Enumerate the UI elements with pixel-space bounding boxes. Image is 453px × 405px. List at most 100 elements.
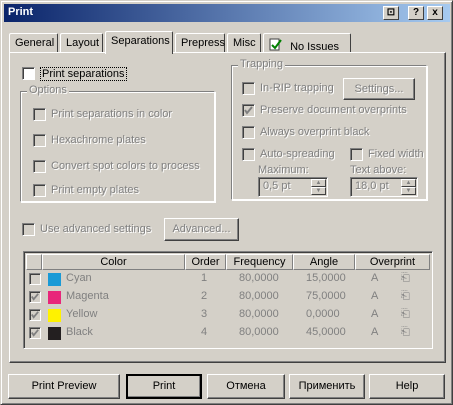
preserve-overprints-label: Preserve document overprints bbox=[260, 104, 407, 116]
separations-panel: Print separations Options Print separati… bbox=[9, 52, 446, 363]
table-row[interactable]: Cyan 1 80,0000 15,0000 A ⎗ bbox=[26, 270, 430, 288]
print-empty-label: Print empty plates bbox=[51, 184, 140, 196]
hexachrome-checkbox[interactable] bbox=[33, 134, 46, 147]
color-plates-table: Color Order Frequency Angle Overprint Cy… bbox=[23, 251, 433, 349]
preserve-overprints-checkbox[interactable] bbox=[242, 104, 255, 117]
color-swatch bbox=[48, 309, 61, 322]
text-above-spinner[interactable]: 18,0 pt ▲ ▼ bbox=[350, 177, 418, 197]
color-name: Black bbox=[66, 326, 93, 338]
color-name: Cyan bbox=[66, 272, 92, 284]
checkmark-icon bbox=[244, 106, 253, 115]
maximum-spinner[interactable]: 0,5 pt ▲ ▼ bbox=[258, 177, 328, 197]
overprint-graphics-icon[interactable]: ⎗ bbox=[401, 308, 410, 321]
table-row[interactable]: Black 4 80,0000 45,0000 A ⎗ bbox=[26, 324, 430, 342]
trapping-settings-button[interactable]: Settings... bbox=[343, 78, 415, 100]
checkmark-icon bbox=[31, 311, 39, 319]
angle-value: 0,0000 bbox=[306, 308, 340, 320]
spin-up-icon[interactable]: ▲ bbox=[311, 179, 326, 187]
color-name: Yellow bbox=[66, 308, 98, 320]
text-above-label: Text above: bbox=[350, 164, 407, 176]
print-button[interactable]: Print bbox=[126, 374, 202, 399]
overprint-text-icon[interactable]: A bbox=[371, 326, 378, 338]
table-row[interactable]: Magenta 2 80,0000 75,0000 A ⎗ bbox=[26, 288, 430, 306]
print-separations-label[interactable]: Print separations bbox=[40, 67, 127, 81]
maximum-label: Maximum: bbox=[258, 164, 309, 176]
options-group-title: Options bbox=[27, 84, 69, 96]
in-rip-trapping-label: In-RIP trapping bbox=[260, 82, 334, 94]
table-header-color[interactable]: Color bbox=[42, 254, 185, 270]
fixed-width-checkbox[interactable] bbox=[350, 148, 363, 161]
angle-value: 75,0000 bbox=[306, 290, 346, 302]
convert-spot-label: Convert spot colors to process bbox=[51, 160, 200, 172]
help-button[interactable]: Help bbox=[369, 374, 445, 399]
table-header-angle[interactable]: Angle bbox=[293, 254, 355, 270]
frequency-value: 80,0000 bbox=[239, 326, 279, 338]
overprint-text-icon[interactable]: A bbox=[371, 272, 378, 284]
print-preview-button[interactable]: Print Preview bbox=[8, 374, 120, 399]
plate-checkbox[interactable] bbox=[29, 327, 41, 339]
auto-spreading-label: Auto-spreading bbox=[260, 148, 335, 160]
table-header-frequency[interactable]: Frequency bbox=[226, 254, 293, 270]
convert-spot-checkbox[interactable] bbox=[33, 160, 46, 173]
in-rip-trapping-checkbox[interactable] bbox=[242, 82, 255, 95]
context-help-icon[interactable]: ⊡ bbox=[383, 6, 399, 20]
overprint-graphics-icon[interactable]: ⎗ bbox=[401, 290, 410, 303]
print-in-color-checkbox[interactable] bbox=[33, 108, 46, 121]
text-above-spin-arrows[interactable]: ▲ ▼ bbox=[401, 179, 416, 195]
always-overprint-black-label: Always overprint black bbox=[260, 126, 370, 138]
order-value: 3 bbox=[201, 308, 208, 320]
color-name: Magenta bbox=[66, 290, 109, 302]
tab-misc[interactable]: Misc bbox=[227, 33, 261, 53]
advanced-settings-checkbox[interactable] bbox=[22, 223, 35, 236]
tab-separations[interactable]: Separations bbox=[105, 31, 173, 54]
always-overprint-black-checkbox[interactable] bbox=[242, 126, 255, 139]
plate-checkbox[interactable] bbox=[29, 273, 41, 285]
color-swatch bbox=[48, 327, 61, 340]
frequency-value: 80,0000 bbox=[239, 272, 279, 284]
hexachrome-label: Hexachrome plates bbox=[51, 134, 146, 146]
tab-no-issues[interactable]: No Issues bbox=[263, 33, 351, 53]
help-question-button[interactable]: ? bbox=[408, 6, 424, 20]
print-in-color-label: Print separations in color bbox=[51, 108, 173, 120]
tab-prepress[interactable]: Prepress bbox=[175, 33, 225, 53]
auto-spreading-checkbox[interactable] bbox=[242, 148, 255, 161]
tab-layout[interactable]: Layout bbox=[60, 33, 103, 53]
overprint-graphics-icon[interactable]: ⎗ bbox=[401, 272, 410, 285]
table-header-check bbox=[26, 254, 42, 270]
spin-down-icon[interactable]: ▼ bbox=[401, 187, 416, 195]
checkmark-document-icon bbox=[269, 38, 283, 51]
spin-up-icon[interactable]: ▲ bbox=[401, 179, 416, 187]
overprint-text-icon[interactable]: A bbox=[371, 308, 378, 320]
text-above-value: 18,0 pt bbox=[355, 180, 389, 192]
table-header-order[interactable]: Order bbox=[185, 254, 226, 270]
spin-down-icon[interactable]: ▼ bbox=[311, 187, 326, 195]
advanced-settings-label: Use advanced settings bbox=[40, 223, 152, 235]
print-dialog: Print ⊡ ? x General Layout Separations P… bbox=[0, 0, 453, 405]
apply-button[interactable]: Применить bbox=[289, 374, 365, 399]
plate-checkbox[interactable] bbox=[29, 309, 41, 321]
tab-general[interactable]: General bbox=[9, 33, 58, 53]
checkmark-icon bbox=[31, 329, 39, 337]
checkmark-icon bbox=[31, 293, 39, 301]
table-row[interactable]: Yellow 3 80,0000 0,0000 A ⎗ bbox=[26, 306, 430, 324]
order-value: 1 bbox=[201, 272, 208, 284]
maximum-spin-arrows[interactable]: ▲ ▼ bbox=[311, 179, 326, 195]
close-button[interactable]: x bbox=[427, 6, 443, 20]
order-value: 4 bbox=[201, 326, 208, 338]
print-empty-checkbox[interactable] bbox=[33, 184, 46, 197]
print-separations-checkbox[interactable] bbox=[22, 67, 35, 80]
overprint-text-icon[interactable]: A bbox=[371, 290, 378, 302]
angle-value: 15,0000 bbox=[306, 272, 346, 284]
cancel-button[interactable]: Отмена bbox=[207, 374, 285, 399]
overprint-graphics-icon[interactable]: ⎗ bbox=[401, 326, 410, 339]
table-header-overprint[interactable]: Overprint bbox=[355, 254, 430, 270]
angle-value: 45,0000 bbox=[306, 326, 346, 338]
frequency-value: 80,0000 bbox=[239, 308, 279, 320]
plate-checkbox[interactable] bbox=[29, 291, 41, 303]
color-swatch bbox=[48, 273, 61, 286]
color-swatch bbox=[48, 291, 61, 304]
advanced-button[interactable]: Advanced... bbox=[164, 218, 239, 241]
title-bar: Print ⊡ ? x bbox=[4, 4, 450, 22]
order-value: 2 bbox=[201, 290, 208, 302]
trapping-group: Trapping In-RIP trapping Settings... Pre… bbox=[231, 58, 427, 200]
